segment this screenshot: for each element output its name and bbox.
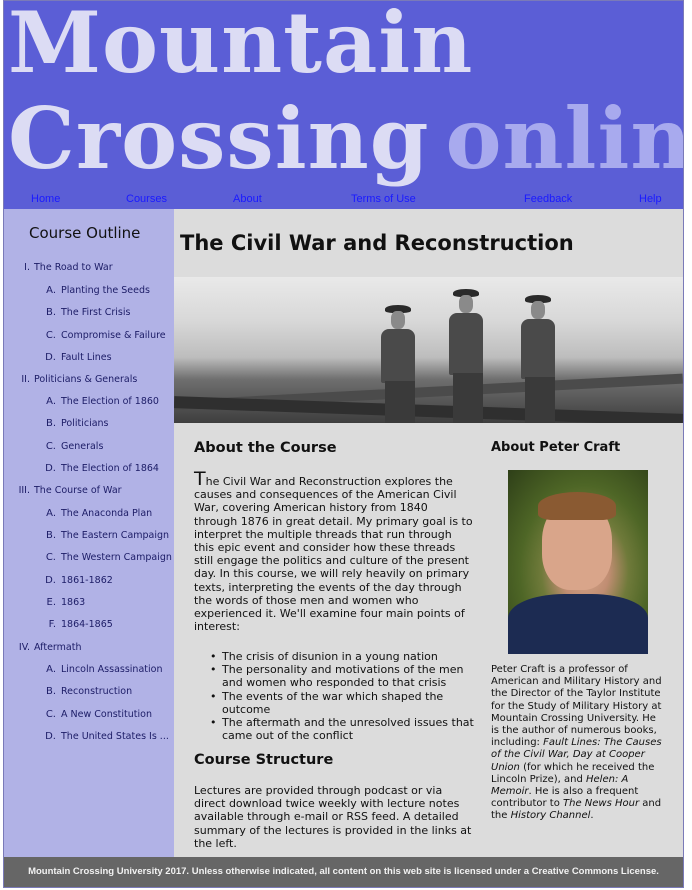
outline-item-num: B. bbox=[45, 307, 56, 318]
about-course-body: he Civil War and Reconstruction explores… bbox=[194, 475, 473, 634]
outline-item-num: A. bbox=[46, 285, 56, 296]
bio-text-part: . bbox=[590, 810, 594, 822]
brand-word-crossing: Crossing bbox=[8, 89, 430, 188]
points-of-interest-list: The crisis of disunion in a young nation… bbox=[210, 650, 474, 742]
brand-logo-line2[interactable]: Crossingonline bbox=[8, 92, 683, 185]
sidebar-title: Course Outline bbox=[29, 224, 141, 242]
outline-item-label: The United States Is ... bbox=[61, 731, 169, 742]
course-structure-text: Lectures are provided through podcast or… bbox=[194, 784, 472, 850]
brand-logo-line1[interactable]: Mountain bbox=[8, 1, 473, 89]
outline-item-num: C. bbox=[45, 330, 56, 341]
outline-item-label: 1864-1865 bbox=[61, 619, 113, 630]
page-title: The Civil War and Reconstruction bbox=[180, 231, 574, 255]
outline-section-num: III. bbox=[18, 485, 30, 496]
list-item: The personality and motivations of the m… bbox=[210, 663, 474, 689]
list-item: The crisis of disunion in a young nation bbox=[210, 650, 474, 663]
outline-item-num: B. bbox=[45, 530, 56, 541]
outline-section-label: Aftermath bbox=[34, 642, 82, 653]
top-nav: Home Courses About Terms of Use Feedback… bbox=[4, 193, 683, 209]
outline-section-label: Politicians & Generals bbox=[34, 374, 138, 385]
outline-section-num: II. bbox=[21, 374, 30, 385]
outline-item-label: Planting the Seeds bbox=[61, 285, 150, 296]
outline-item-label: Generals bbox=[61, 441, 104, 452]
outline-section-num: IV. bbox=[18, 642, 30, 653]
brand-word-mountain: Mountain bbox=[8, 1, 474, 92]
outline-item-label: Reconstruction bbox=[61, 686, 133, 697]
outline-item-num: A. bbox=[46, 396, 56, 407]
civil-war-soldiers-photo bbox=[174, 277, 683, 423]
nav-courses[interactable]: Courses bbox=[126, 193, 167, 205]
outline-item-num: D. bbox=[45, 352, 56, 363]
outline-item-num: A. bbox=[46, 664, 56, 675]
outline-item-label: The Anaconda Plan bbox=[61, 508, 153, 519]
outline-section-label: The Road to War bbox=[34, 262, 113, 273]
outline-item-label: Compromise & Failure bbox=[61, 330, 166, 341]
outline-item-label: Fault Lines bbox=[61, 352, 112, 363]
main-content: The Civil War and Reconstruction About t… bbox=[174, 209, 683, 857]
bio-text-part: Peter Craft is a professor of American a… bbox=[491, 664, 662, 749]
bio-text: Peter Craft is a professor of American a… bbox=[491, 664, 667, 823]
outline-item-num: E. bbox=[46, 597, 57, 608]
nav-home[interactable]: Home bbox=[31, 193, 60, 205]
list-item: The aftermath and the unresolved issues … bbox=[210, 716, 474, 742]
about-course-text: The Civil War and Reconstruction explore… bbox=[194, 470, 474, 634]
nav-help[interactable]: Help bbox=[639, 193, 662, 205]
outline-item-label: A New Constitution bbox=[61, 709, 152, 720]
instructor-photo bbox=[508, 470, 648, 654]
outline-item-num: C. bbox=[45, 441, 56, 452]
outline-item-num: B. bbox=[45, 686, 56, 697]
course-structure-heading: Course Structure bbox=[194, 752, 334, 768]
outline-item-num: D. bbox=[45, 575, 56, 586]
outline-item-label: The Western Campaign bbox=[61, 552, 172, 563]
nav-feedback[interactable]: Feedback bbox=[524, 193, 572, 205]
footer-text: Mountain Crossing University 2017. Unles… bbox=[28, 866, 659, 877]
bio-show-title: The News Hour bbox=[563, 798, 640, 810]
outline-item-num: B. bbox=[45, 418, 56, 429]
outline-item-label: The Eastern Campaign bbox=[61, 530, 170, 541]
outline-item-num: F. bbox=[48, 619, 56, 630]
brand-word-online: online bbox=[445, 89, 683, 188]
list-item: The events of the war which shaped the o… bbox=[210, 690, 474, 716]
page: Mountain Crossingonline Home Courses Abo… bbox=[3, 0, 684, 888]
outline-item-label: Lincoln Assassination bbox=[61, 664, 163, 675]
outline-section-label: The Course of War bbox=[34, 485, 122, 496]
outline-item-label: The Election of 1864 bbox=[61, 463, 159, 474]
sidebar: Course Outline I. The Road to War A. Pla… bbox=[4, 209, 174, 857]
outline-item-label: 1861-1862 bbox=[61, 575, 113, 586]
about-course-dropcap: T bbox=[194, 468, 206, 490]
site-footer: Mountain Crossing University 2017. Unles… bbox=[4, 857, 683, 887]
outline-item-label: The Election of 1860 bbox=[61, 396, 159, 407]
outline-item-num: C. bbox=[45, 552, 56, 563]
outline-item-num: D. bbox=[45, 463, 56, 474]
bio-show-title: History Channel bbox=[510, 810, 591, 822]
outline-item-num: C. bbox=[45, 709, 56, 720]
nav-about[interactable]: About bbox=[233, 193, 262, 205]
site-header: Mountain Crossingonline Home Courses Abo… bbox=[4, 1, 683, 209]
outline-item-num: D. bbox=[45, 731, 56, 742]
outline-item-label: Politicians bbox=[61, 418, 109, 429]
bio-heading: About Peter Craft bbox=[491, 440, 621, 455]
about-course-heading: About the Course bbox=[194, 440, 337, 456]
nav-terms-of-use[interactable]: Terms of Use bbox=[351, 193, 416, 205]
outline-section-num: I. bbox=[24, 262, 30, 273]
outline-item-num: A. bbox=[46, 508, 56, 519]
outline-item-label: 1863 bbox=[61, 597, 86, 608]
outline-item-label: The First Crisis bbox=[61, 307, 131, 318]
